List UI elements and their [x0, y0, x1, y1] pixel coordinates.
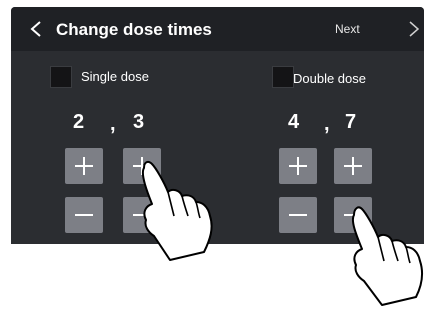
back-chevron-icon[interactable]	[29, 21, 43, 37]
plus-icon	[344, 157, 362, 175]
double-dose-checkbox[interactable]	[272, 66, 294, 88]
pointing-hand-icon	[142, 160, 213, 261]
plus-icon	[75, 157, 93, 175]
minus-icon	[75, 214, 93, 216]
pointing-hand-icon	[352, 206, 424, 306]
single-dose-first-value: 2	[73, 111, 87, 133]
single-dose-second-value: 3	[133, 111, 147, 133]
page-title: Change dose times	[56, 20, 212, 39]
single-dose-separator: ,	[110, 113, 118, 135]
double-dose-first-value: 4	[288, 111, 302, 133]
double-dose-label: Double dose	[293, 71, 366, 86]
double-dose-first-plus-button[interactable]	[279, 148, 317, 184]
double-dose-second-value: 7	[345, 111, 359, 133]
double-dose-separator: ,	[324, 113, 332, 135]
double-dose-first-minus-button[interactable]	[279, 197, 317, 233]
double-dose-second-plus-button[interactable]	[334, 148, 372, 184]
single-dose-first-minus-button[interactable]	[65, 197, 103, 233]
single-dose-label: Single dose	[81, 69, 149, 84]
minus-icon	[289, 214, 307, 216]
next-chevron-icon[interactable]	[407, 21, 421, 37]
single-dose-first-plus-button[interactable]	[65, 148, 103, 184]
next-button[interactable]: Next	[335, 22, 360, 36]
plus-icon	[289, 157, 307, 175]
single-dose-checkbox[interactable]	[50, 66, 72, 88]
top-bar: Change dose times Next	[11, 7, 424, 51]
